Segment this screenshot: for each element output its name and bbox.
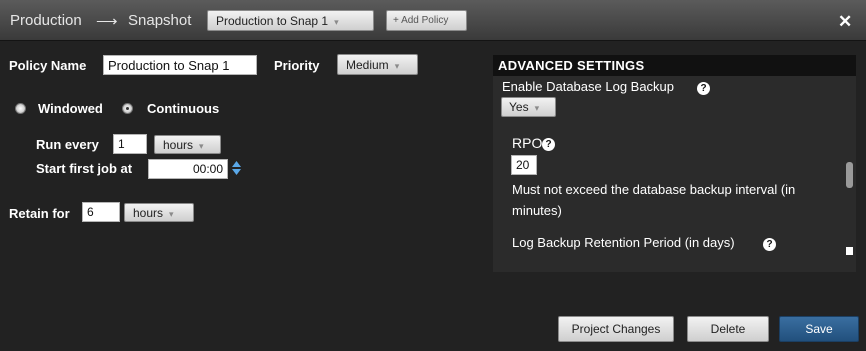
retain-label: Retain for [9,206,70,221]
log-retention-label: Log Backup Retention Period (in days) [512,235,735,250]
start-first-label: Start first job at [36,161,133,176]
windowed-label: Windowed [38,101,103,116]
priority-select[interactable]: Medium ▾ [337,54,418,75]
run-every-unit-value: hours [163,138,194,152]
priority-label: Priority [274,58,320,73]
start-time-value: 00:00 [192,162,223,176]
rpo-hint-cont: minutes) [512,203,562,218]
chevron-down-icon: ▾ [334,17,339,27]
add-policy-label: + Add Policy [393,15,449,26]
continuous-radio[interactable] [122,103,133,114]
retain-value: 6 [87,205,94,219]
scrollbar-thumb[interactable] [846,162,853,188]
retain-unit-select[interactable]: hours ▾ [124,203,194,222]
arrow-icon: ⟶ [96,13,118,30]
retain-unit-value: hours [133,206,164,220]
start-time-input[interactable]: 00:00 [148,159,228,179]
run-every-input[interactable]: 1 [113,134,147,154]
db-log-backup-value: Yes [509,100,529,114]
save-label: Save [805,322,833,336]
policy-select-value: Production to Snap 1 [216,14,329,28]
policy-dialog: Production ⟶ Snapshot Production to Snap… [0,0,866,351]
policy-select[interactable]: Production to Snap 1 ▾ [207,10,374,31]
policy-name-value: Production to Snap 1 [108,58,230,73]
db-log-backup-label: Enable Database Log Backup [502,79,675,94]
add-policy-button[interactable]: + Add Policy [386,10,467,31]
help-icon[interactable]: ? [542,138,555,151]
run-every-label: Run every [36,137,99,152]
continuous-label: Continuous [147,101,220,116]
chevron-down-icon: ▾ [534,103,540,113]
rpo-value: 20 [516,158,530,172]
policy-name-label: Policy Name [9,58,87,73]
project-changes-label: Project Changes [571,322,661,336]
windowed-radio[interactable] [15,103,26,114]
delete-button[interactable]: Delete [687,316,769,342]
run-every-unit-select[interactable]: hours ▾ [154,135,221,154]
advanced-settings-header: ADVANCED SETTINGS [493,55,856,76]
policy-name-input[interactable]: Production to Snap 1 [103,55,257,75]
help-icon[interactable]: ? [763,238,776,251]
priority-select-value: Medium [346,58,389,72]
chevron-down-icon: ▾ [394,61,400,71]
advanced-settings-panel[interactable]: ADVANCED SETTINGS Enable Database Log Ba… [493,55,856,272]
scrollbar-end [846,247,853,255]
help-icon[interactable]: ? [697,82,710,95]
db-log-backup-select[interactable]: Yes ▾ [501,97,556,117]
run-every-value: 1 [118,137,125,151]
target-label: Snapshot [128,12,192,29]
chevron-down-icon: ▾ [169,209,174,219]
rpo-input[interactable]: 20 [511,155,537,175]
rpo-hint: Must not exceed the database backup inte… [512,182,796,197]
project-changes-button[interactable]: Project Changes [558,316,674,342]
source-label: Production [10,12,82,29]
title-bar: Production ⟶ Snapshot Production to Snap… [0,0,866,41]
delete-label: Delete [710,322,746,336]
retain-input[interactable]: 6 [82,202,120,222]
close-icon[interactable]: ✕ [838,12,852,32]
save-button[interactable]: Save [779,316,859,342]
time-stepper-icon[interactable] [231,160,242,176]
rpo-label: RPO [512,135,543,151]
chevron-down-icon: ▾ [199,141,204,151]
